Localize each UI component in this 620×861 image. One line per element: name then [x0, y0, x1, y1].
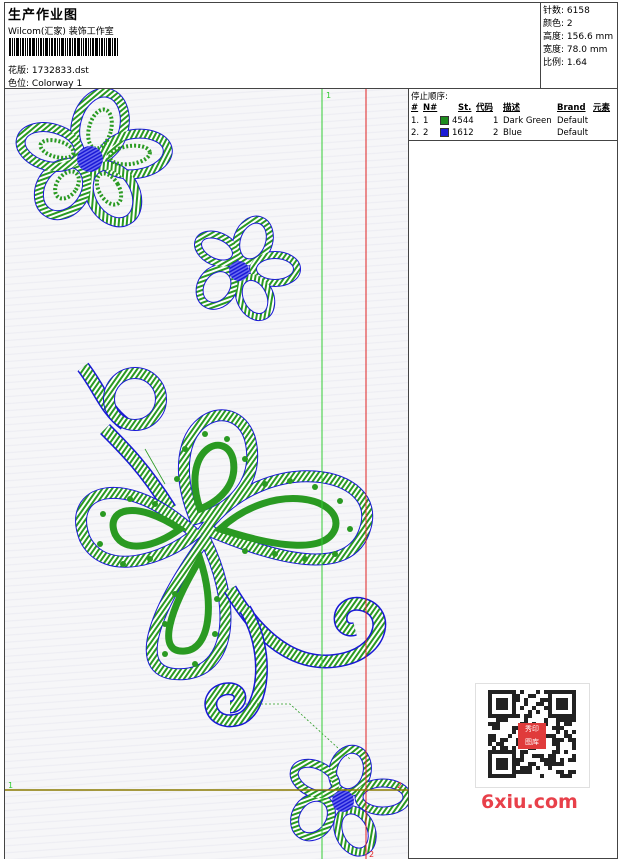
thread-swatch [440, 116, 449, 125]
butterfly-motif [75, 362, 387, 760]
embroidery-preview: 1 1 2 2 [5, 89, 409, 859]
pattern-label: 花版: [8, 66, 30, 76]
stat-scale: 比例: 1.64 [543, 58, 587, 68]
stop-sequence-title: 停止顺序: [411, 92, 448, 102]
flower-center-blue [77, 146, 103, 172]
qr-code-watermark: 秀印 图库 [475, 683, 590, 788]
company-name: Wilcom(汇家) 装饰工作室 [8, 27, 114, 37]
stat-colors: 颜色: 2 [543, 19, 573, 29]
guide-label-green-top: 1 [326, 91, 331, 100]
flower-top-left [15, 89, 173, 228]
table-header: # N# St. 代码 描述 Brand 元素 [411, 103, 611, 113]
colorway-label: 色位: [8, 79, 30, 89]
pattern-value: 1732833.dst [31, 66, 89, 76]
guide-label-red-bottom: 2 [369, 850, 374, 859]
table-row: 2. 2 1612 2 Blue Default [411, 128, 589, 138]
design-stats: 针数: 6158 颜色: 2 高度: 156.6 mm 宽度: 78.0 mm … [541, 3, 618, 89]
watermark-site: 6xiu.com [481, 791, 578, 813]
sheet-header: 生产作业图 Wilcom(汇家) 装饰工作室 花版: 1732833.dst 色… [5, 3, 541, 89]
pattern-line: 花版: 1732833.dst [8, 63, 89, 76]
thread-swatch [440, 128, 449, 137]
page-title: 生产作业图 [8, 8, 79, 23]
colorway-value: Colorway 1 [31, 79, 83, 89]
barcode [9, 38, 143, 56]
table-row: 1. 1 4544 1 Dark Green Default [411, 116, 589, 126]
colorway-line: 色位: Colorway 1 [8, 76, 82, 89]
production-sheet: 生产作业图 Wilcom(汇家) 装饰工作室 花版: 1732833.dst 色… [4, 2, 618, 859]
stop-sequence-table: 停止顺序: # N# St. 代码 描述 Brand 元素 1. 1 4544 … [409, 89, 618, 141]
flower-small-middle [194, 215, 301, 322]
flower-bottom [289, 744, 408, 857]
guide-label-green-left: 1 [8, 781, 13, 790]
embroidery-drawing: 1 1 2 2 [5, 89, 408, 859]
stat-height: 高度: 156.6 mm [543, 32, 614, 42]
qr-logo: 秀印 图库 [518, 723, 546, 749]
guide-label-red-right: 2 [397, 781, 402, 790]
stat-stitches: 针数: 6158 [543, 6, 590, 16]
stat-width: 宽度: 78.0 mm [543, 45, 608, 55]
